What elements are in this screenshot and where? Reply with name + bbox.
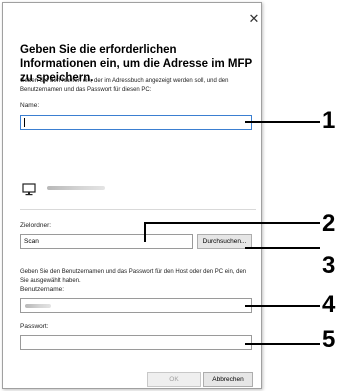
callout-line-3 xyxy=(245,247,320,249)
address-dialog: ✕ Geben Sie die erforderlichen Informati… xyxy=(2,2,262,389)
callout-number-1: 1 xyxy=(322,107,336,134)
callout-vert-2 xyxy=(144,222,146,242)
section-divider xyxy=(20,209,256,210)
password-field[interactable] xyxy=(20,335,252,350)
name-label: Name: xyxy=(20,102,40,109)
close-button[interactable]: ✕ xyxy=(247,12,261,26)
text-caret xyxy=(24,118,25,127)
callout-line-2 xyxy=(144,222,320,224)
callout-number-2: 2 xyxy=(322,210,336,237)
pc-name-redacted xyxy=(47,186,105,190)
username-field[interactable] xyxy=(20,298,252,313)
callout-number-5: 5 xyxy=(322,326,336,353)
callout-line-1 xyxy=(245,121,320,123)
target-folder-label: Zielordner: xyxy=(20,222,52,229)
callout-line-4 xyxy=(245,305,320,307)
ok-button[interactable]: OK xyxy=(147,372,201,387)
password-label: Passwort: xyxy=(20,323,49,330)
cancel-button[interactable]: Abbrechen xyxy=(203,372,253,387)
callout-number-3: 3 xyxy=(322,252,336,279)
target-folder-field[interactable]: Scan xyxy=(20,234,193,249)
monitor-icon xyxy=(22,183,36,196)
callout-number-4: 4 xyxy=(322,291,336,318)
credentials-description: Geben Sie den Benutzernamen und das Pass… xyxy=(20,269,247,284)
username-redacted xyxy=(25,304,51,308)
name-field[interactable] xyxy=(20,115,252,130)
browse-button[interactable]: Durchsuchen... xyxy=(197,234,252,249)
callout-line-5 xyxy=(245,343,320,345)
username-label: Benutzername: xyxy=(20,286,65,293)
dialog-description: Geben Sie den Namen ein, der im Adressbu… xyxy=(20,78,229,93)
